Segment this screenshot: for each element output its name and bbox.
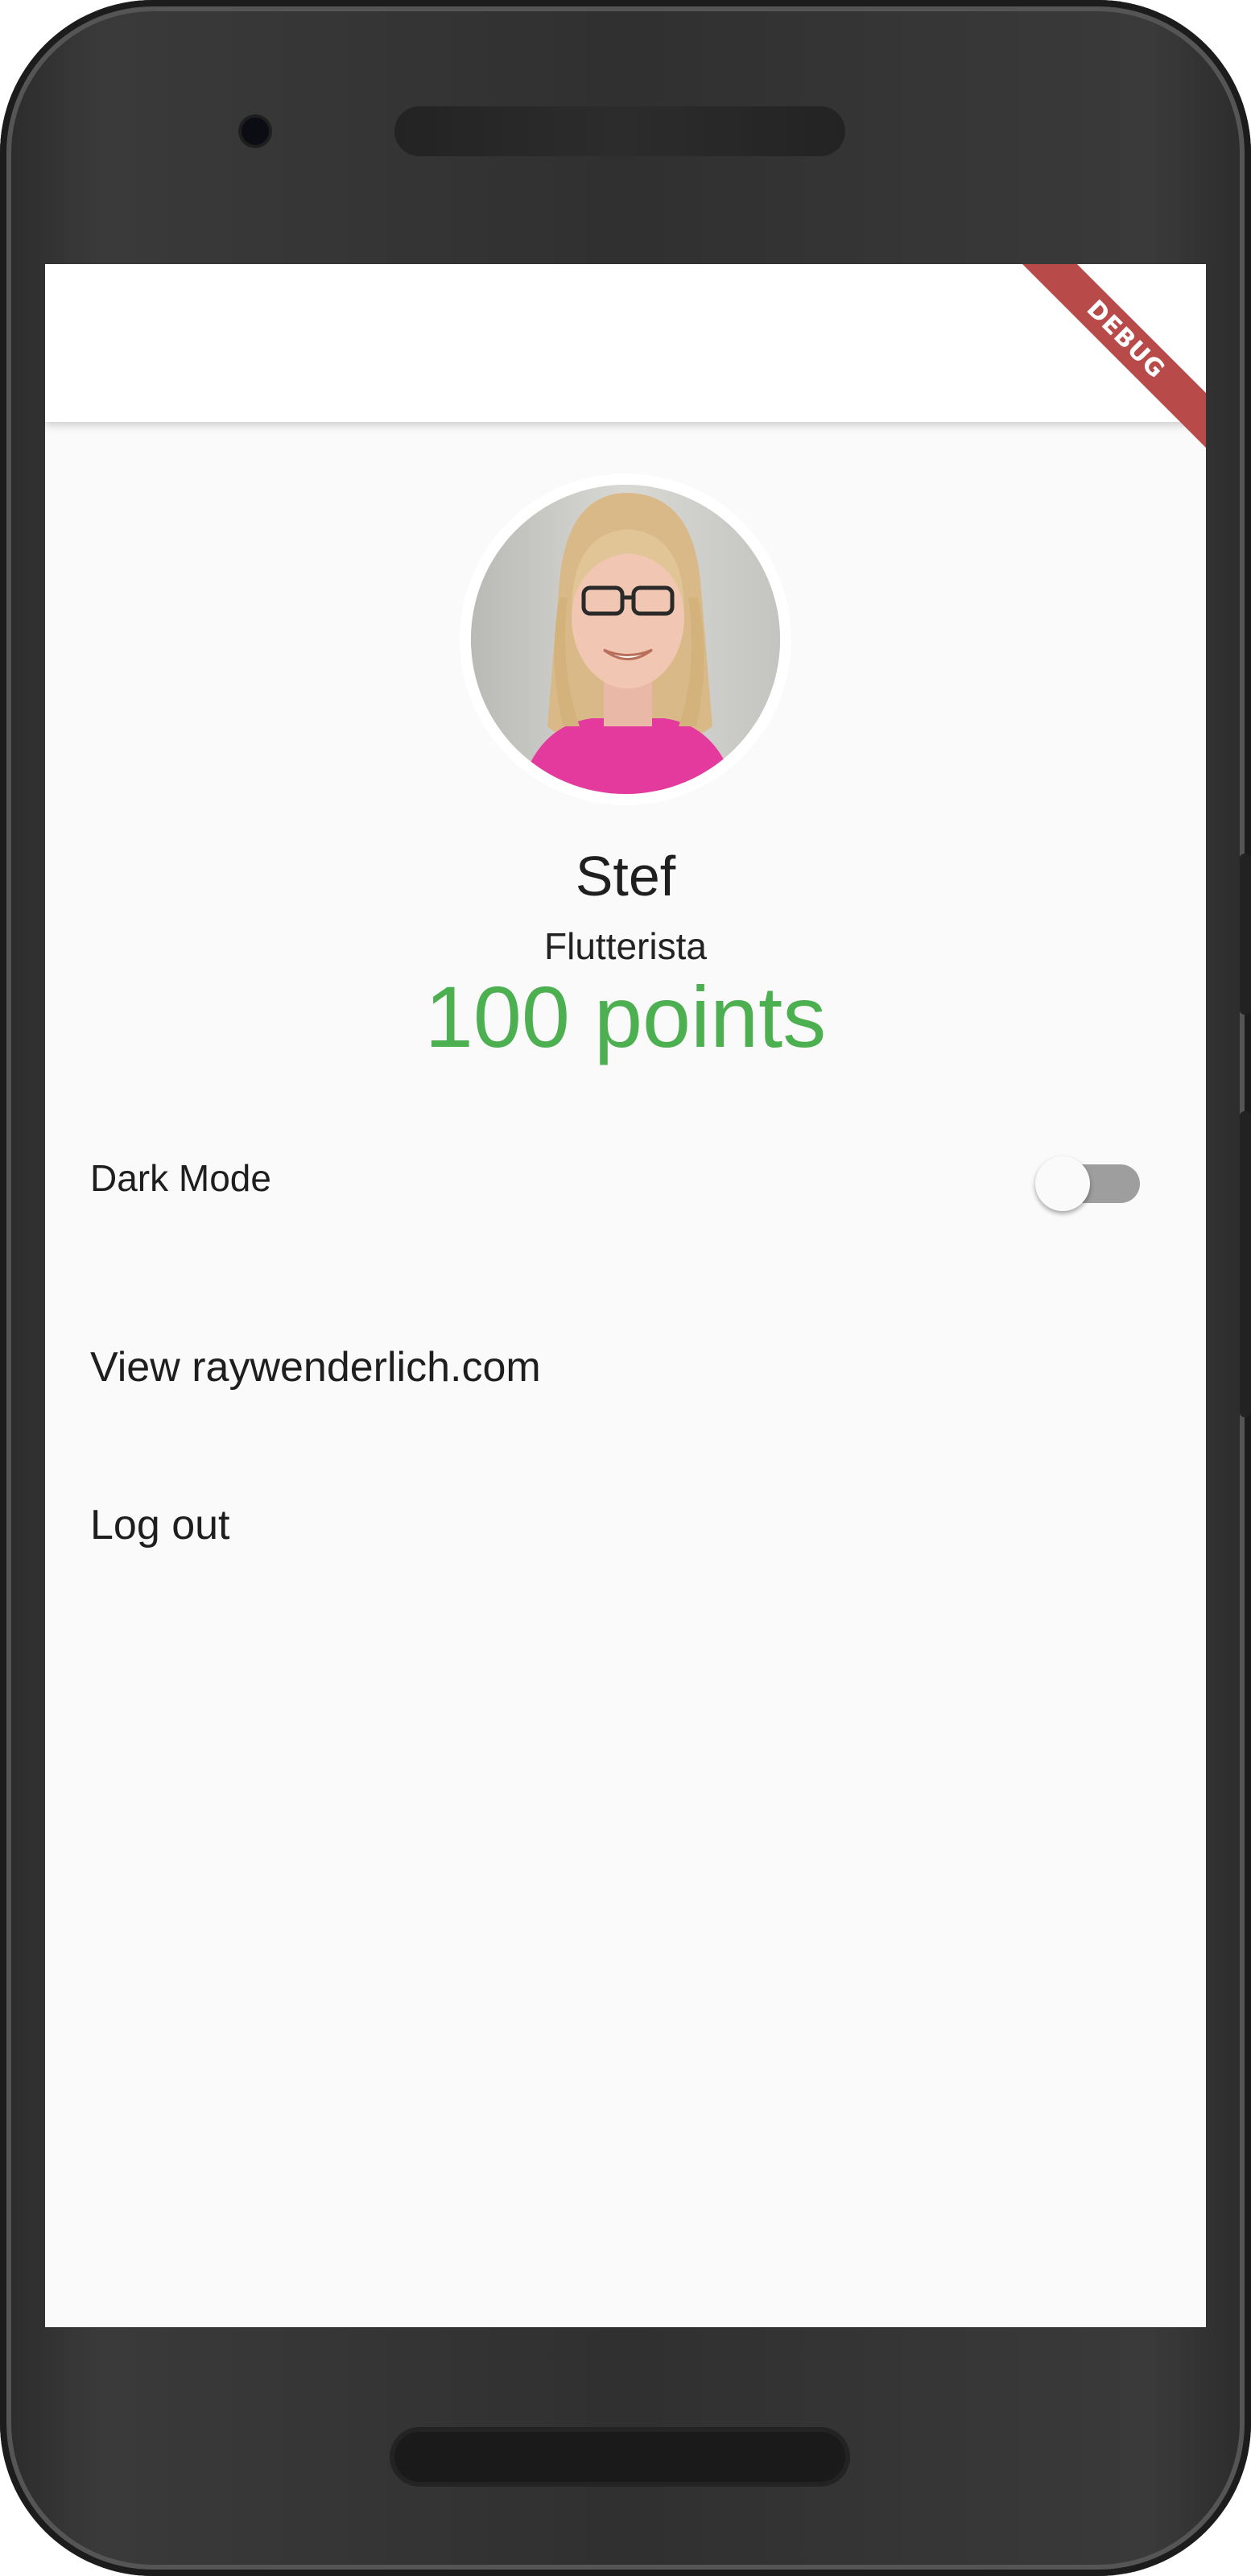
top-speaker — [394, 106, 845, 156]
bottom-speaker — [394, 2432, 845, 2482]
profile-name: Stef — [575, 845, 676, 908]
front-camera — [242, 118, 269, 145]
phone-frame: DEBUG Stef Flutterista 100 points Dark M… — [0, 0, 1251, 2576]
logout-button[interactable]: Log out — [90, 1501, 230, 1549]
profile-role: Flutterista — [544, 925, 707, 967]
dark-mode-label: Dark Mode — [90, 1157, 271, 1199]
power-button — [1240, 1111, 1251, 1417]
profile-points: 100 points — [424, 968, 827, 1065]
avatar-photo — [471, 485, 780, 794]
app-screen: DEBUG Stef Flutterista 100 points Dark M… — [45, 264, 1206, 2327]
profile-avatar-ring[interactable] — [460, 473, 791, 805]
profile-avatar — [471, 485, 780, 794]
app-bar — [45, 264, 1206, 422]
toggle-thumb — [1035, 1156, 1090, 1211]
volume-button — [1240, 854, 1251, 1015]
view-website-link[interactable]: View raywenderlich.com — [90, 1343, 541, 1391]
dark-mode-toggle[interactable] — [1024, 1152, 1153, 1213]
